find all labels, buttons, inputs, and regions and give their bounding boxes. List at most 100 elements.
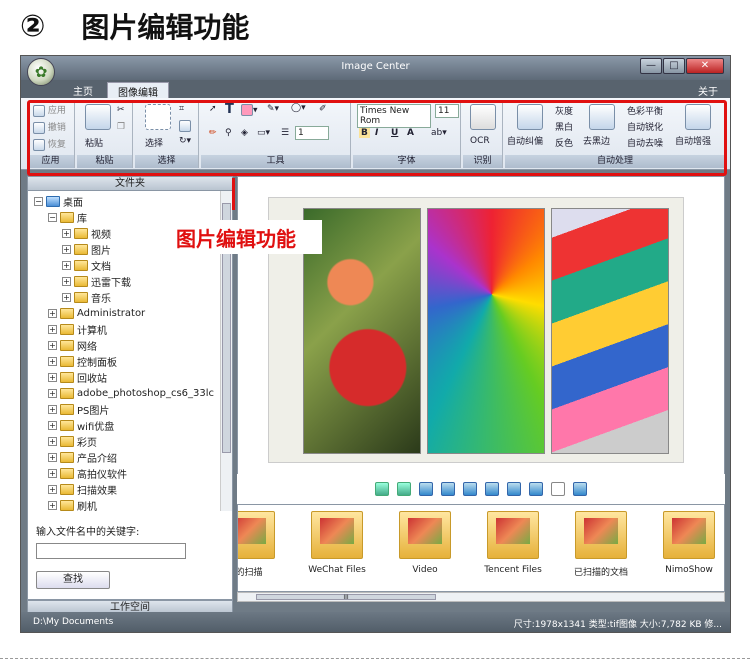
tree-item[interactable]: + 回收站: [48, 369, 107, 385]
tree-item[interactable]: + 视频: [62, 225, 111, 241]
tree-item[interactable]: + 刷机: [48, 497, 97, 511]
tab-image-edit[interactable]: 图像编辑: [107, 82, 169, 99]
close-button[interactable]: ✕: [686, 58, 724, 74]
thumbnail-scroll-thumb[interactable]: III: [256, 594, 436, 601]
bold-button[interactable]: B: [359, 128, 370, 138]
line-width-field[interactable]: 1: [295, 126, 329, 140]
underline-button[interactable]: U: [391, 128, 398, 138]
rectangle-icon[interactable]: ▭▾: [257, 128, 270, 138]
expand-toggle-icon[interactable]: +: [62, 276, 71, 286]
tree-item[interactable]: + 高拍仪软件: [48, 465, 127, 481]
tree-item[interactable]: + 扫描效果: [48, 481, 117, 497]
zoom-out-icon[interactable]: [463, 482, 477, 496]
undo-button[interactable]: 撤销: [33, 120, 66, 134]
cut-icon[interactable]: ✂: [117, 105, 125, 115]
brush-icon[interactable]: ✐: [319, 104, 327, 114]
find-button[interactable]: 查找: [36, 571, 110, 589]
tree-item[interactable]: + 音乐: [62, 289, 111, 305]
highlighter-icon[interactable]: ✎▾: [267, 104, 279, 114]
rotate-left-icon[interactable]: [375, 482, 389, 496]
expand-toggle-icon[interactable]: +: [48, 420, 57, 430]
eraser-icon[interactable]: ▾: [241, 104, 258, 116]
apply-button[interactable]: 应用: [33, 103, 66, 117]
tree-item[interactable]: + 控制面板: [48, 353, 117, 369]
sharpen-button[interactable]: 自动锐化: [627, 120, 663, 133]
ocr-button[interactable]: OCR: [470, 136, 490, 146]
fill-icon[interactable]: ◈: [241, 128, 248, 138]
expand-toggle-icon[interactable]: +: [48, 308, 57, 318]
redo-button[interactable]: 恢复: [33, 137, 66, 151]
tree-item[interactable]: + 计算机: [48, 321, 107, 337]
expand-toggle-icon[interactable]: +: [62, 260, 71, 270]
font-color-button[interactable]: A: [407, 128, 414, 138]
stamp-icon[interactable]: ⚲: [225, 128, 232, 138]
tree-item[interactable]: + 网络: [48, 337, 97, 353]
copy-icon[interactable]: ❐: [117, 122, 125, 132]
text-style-icon[interactable]: ab▾: [431, 128, 447, 138]
thumbnail-item[interactable]: Video: [384, 511, 466, 575]
tree-item[interactable]: + adobe_photoshop_cs6_33lc: [48, 385, 214, 401]
expand-toggle-icon[interactable]: +: [48, 356, 57, 366]
tree-item[interactable]: + wifi优盘: [48, 417, 114, 433]
actual-size-icon[interactable]: [529, 482, 543, 496]
rotate-icon[interactable]: ↻▾: [179, 136, 191, 146]
remove-border-button[interactable]: 去黑边: [583, 134, 610, 147]
expand-toggle-icon[interactable]: +: [48, 484, 57, 494]
font-size-select[interactable]: 11: [435, 104, 459, 118]
document-icon[interactable]: [551, 482, 565, 496]
tree-item[interactable]: + 产品介绍: [48, 449, 117, 465]
expand-toggle-icon[interactable]: +: [62, 292, 71, 302]
fit-icon[interactable]: [507, 482, 521, 496]
crop-icon[interactable]: ⌗: [179, 104, 184, 114]
expand-toggle-icon[interactable]: −: [34, 196, 43, 206]
thumbnail-scrollbar[interactable]: III: [237, 592, 725, 602]
expand-toggle-icon[interactable]: +: [48, 372, 57, 382]
expand-toggle-icon[interactable]: +: [48, 436, 57, 446]
rotate-right-icon[interactable]: [397, 482, 411, 496]
auto-skew-button[interactable]: 自动纠偏: [507, 134, 543, 147]
thumbnail-item[interactable]: 已扫描的文档: [560, 511, 642, 578]
pencil-icon[interactable]: ✏: [209, 128, 217, 138]
select-button[interactable]: 选择: [145, 136, 163, 149]
expand-toggle-icon[interactable]: +: [48, 468, 57, 478]
expand-toggle-icon[interactable]: +: [48, 388, 57, 398]
zoom-in-icon[interactable]: [485, 482, 499, 496]
font-name-select[interactable]: Times New Rom: [357, 104, 431, 128]
thumbnail-item[interactable]: WeChat Files: [296, 511, 378, 575]
bw-button[interactable]: 黑白: [555, 120, 573, 133]
tree-item[interactable]: + Administrator: [48, 305, 145, 321]
gray-button[interactable]: 灰度: [555, 104, 573, 117]
color-balance-button[interactable]: 色彩平衡: [627, 104, 663, 117]
app-logo-icon[interactable]: ✿: [27, 58, 55, 86]
prev-icon[interactable]: [419, 482, 433, 496]
resize-icon[interactable]: [179, 120, 191, 132]
tree-item[interactable]: + 迅雷下载: [62, 273, 131, 289]
thumbnail-item[interactable]: Tencent Files: [472, 511, 554, 575]
text-tool-icon[interactable]: T: [225, 102, 234, 117]
thumbnail-item[interactable]: 的扫描: [238, 511, 290, 578]
ellipse-icon[interactable]: ◯▾: [291, 103, 306, 113]
italic-button[interactable]: I: [375, 128, 378, 138]
tree-item[interactable]: − 库: [48, 209, 87, 225]
expand-toggle-icon[interactable]: +: [48, 452, 57, 462]
expand-toggle-icon[interactable]: +: [62, 228, 71, 238]
expand-toggle-icon[interactable]: +: [48, 500, 57, 510]
thumbnail-item[interactable]: NimoShow: [648, 511, 724, 575]
tree-item[interactable]: + 图片: [62, 241, 111, 257]
expand-toggle-icon[interactable]: +: [48, 404, 57, 414]
line-width-icon[interactable]: ☰: [281, 128, 289, 138]
tree-item[interactable]: − 桌面: [34, 193, 83, 209]
enhance-button[interactable]: 自动增强: [675, 134, 711, 147]
tab-home[interactable]: 主页: [63, 82, 103, 98]
paste-button[interactable]: 粘贴: [85, 136, 103, 149]
minimize-button[interactable]: —: [640, 58, 662, 74]
expand-toggle-icon[interactable]: +: [62, 244, 71, 254]
pointer-icon[interactable]: ➚: [209, 104, 217, 114]
keyword-input[interactable]: [36, 543, 186, 559]
denoise-button[interactable]: 自动去噪: [627, 136, 663, 149]
tree-item[interactable]: + PS图片: [48, 401, 109, 417]
word-export-icon[interactable]: [573, 482, 587, 496]
tree-item[interactable]: + 彩页: [48, 433, 97, 449]
about-link[interactable]: 关于: [698, 83, 718, 98]
expand-toggle-icon[interactable]: −: [48, 212, 57, 222]
